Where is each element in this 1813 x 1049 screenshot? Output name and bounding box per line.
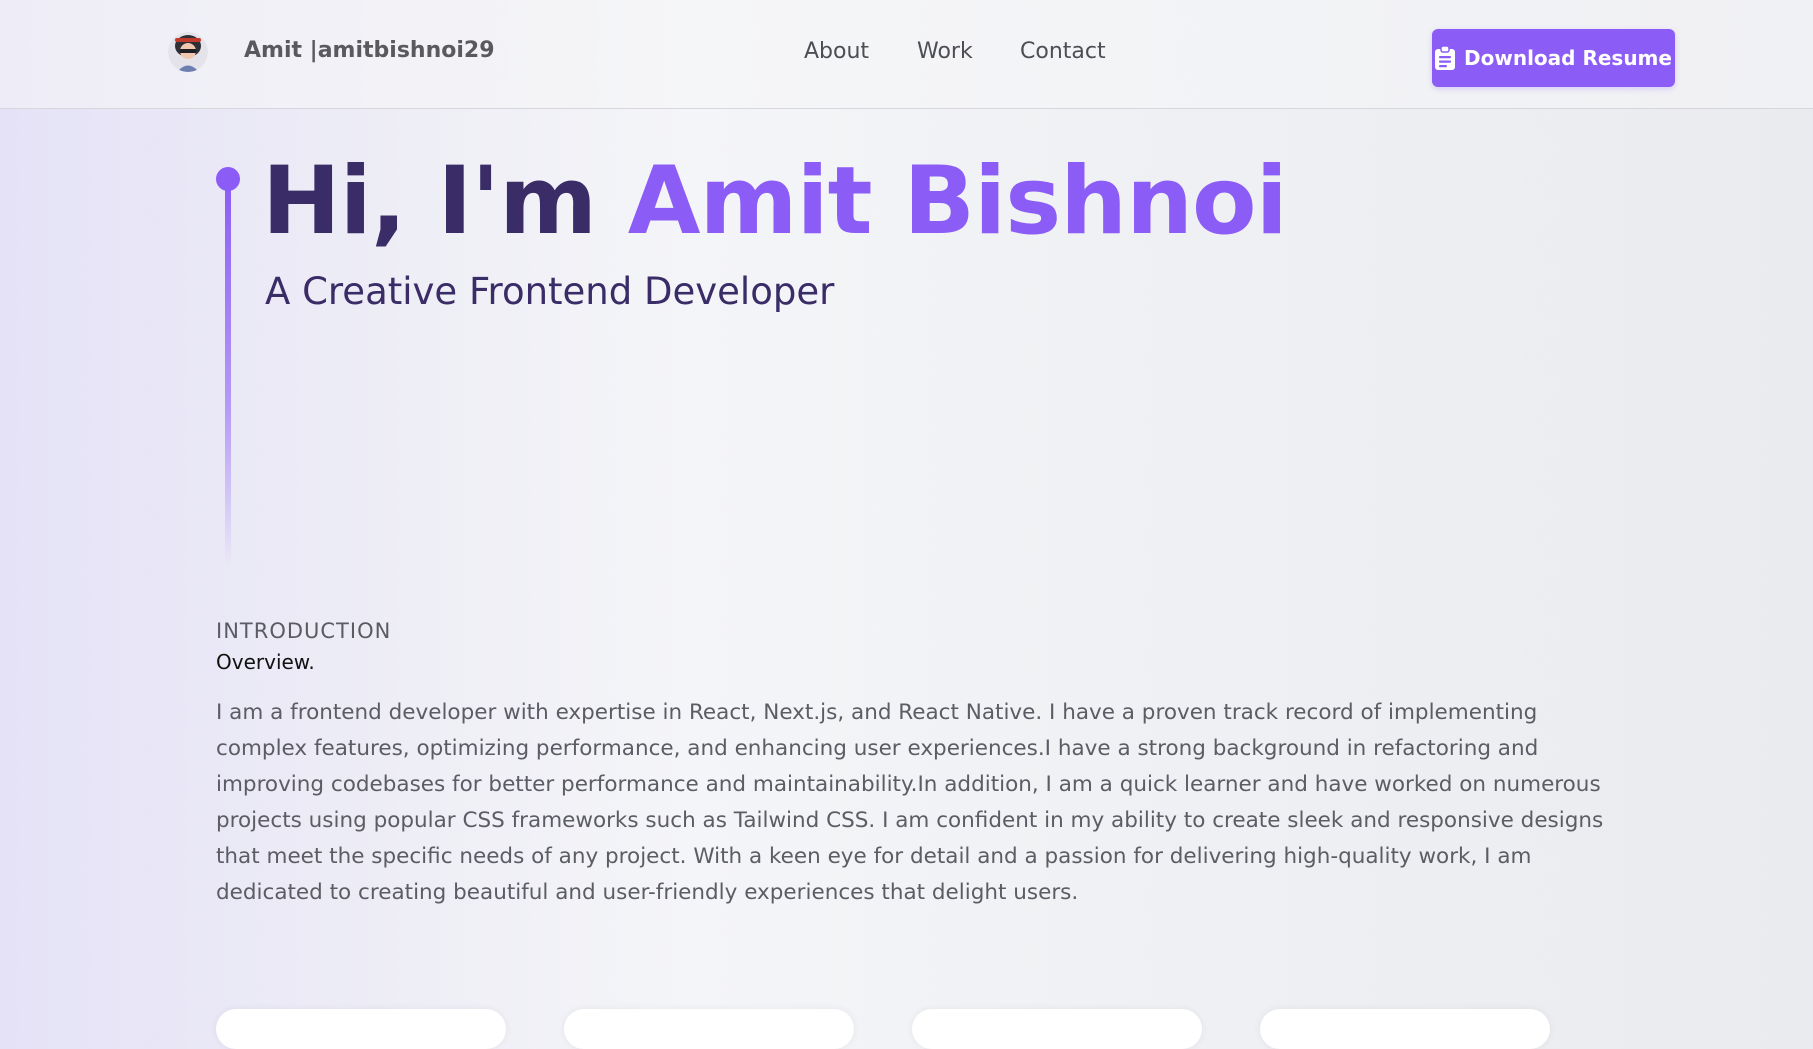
service-card [564, 1009, 854, 1049]
navbar: Amit |amitbishnoi29 About Work Contact D… [0, 0, 1813, 109]
section-label-introduction: INTRODUCTION [216, 619, 392, 643]
hero-name: Amit Bishnoi [627, 147, 1288, 256]
service-card [912, 1009, 1202, 1049]
avatar-image [168, 32, 208, 72]
hero-timeline-line [225, 180, 231, 565]
section-title-overview: Overview. [216, 650, 315, 674]
hero-subtitle: A Creative Frontend Developer [265, 270, 835, 313]
intro-paragraph: I am a frontend developer with expertise… [216, 700, 1604, 905]
download-resume-button[interactable]: Download Resume [1432, 29, 1675, 87]
brand-name[interactable]: Amit |amitbishnoi29 [244, 38, 495, 63]
hero-greeting: Hi, I'm [262, 147, 628, 256]
hero-title: Hi, I'm Amit Bishnoi [262, 147, 1288, 256]
service-card [216, 1009, 506, 1049]
nav-link-work[interactable]: Work [917, 39, 973, 64]
download-resume-label: Download Resume [1464, 46, 1672, 70]
avatar[interactable] [168, 32, 208, 72]
nav-link-about[interactable]: About [804, 39, 869, 64]
service-card [1260, 1009, 1550, 1049]
nav-link-contact[interactable]: Contact [1020, 39, 1106, 64]
clipboard-icon [1435, 46, 1456, 70]
